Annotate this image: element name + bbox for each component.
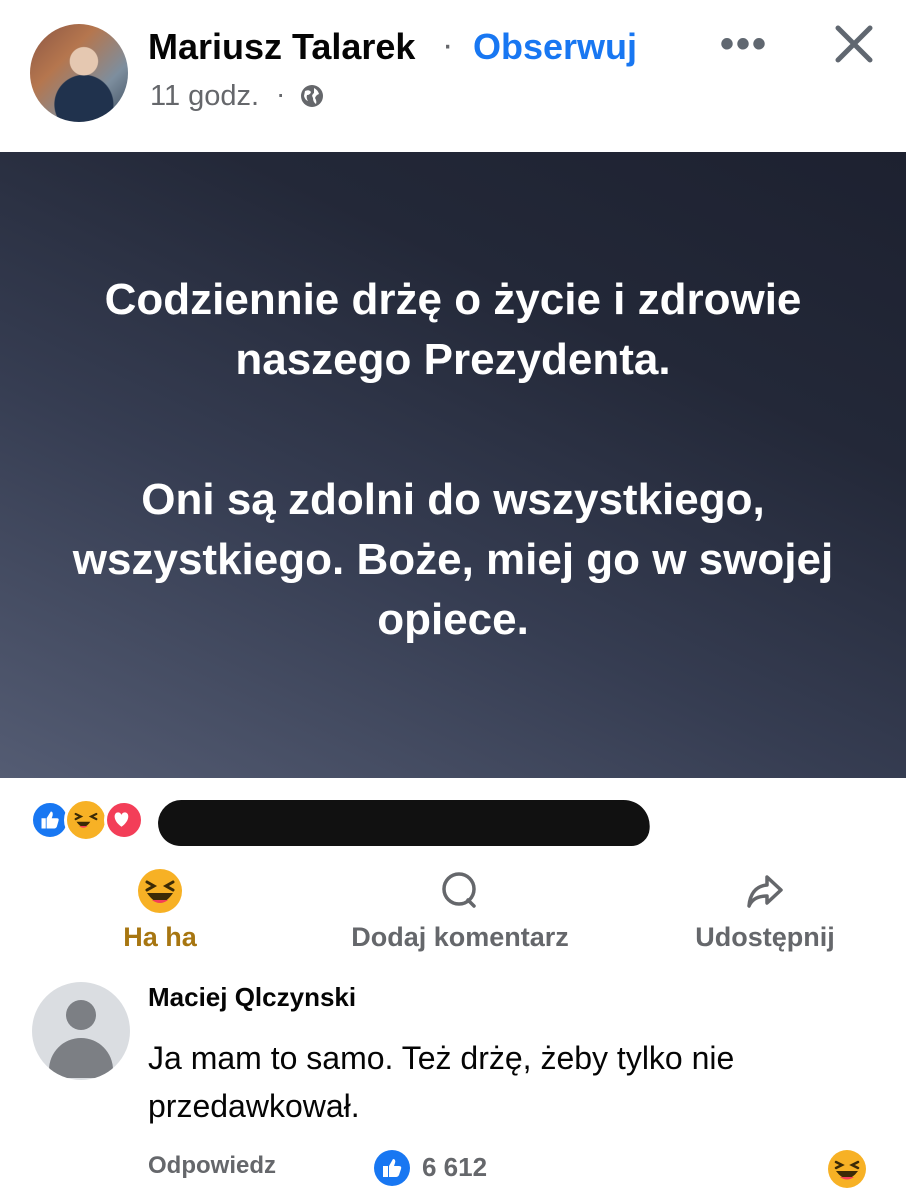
default-avatar-body xyxy=(49,1038,113,1078)
comment-icon xyxy=(442,872,476,908)
haha-reaction-icon xyxy=(64,798,108,842)
post-header: Mariusz Talarek · Obserwuj 11 godz. · ••… xyxy=(0,0,906,152)
comment-action-label: Dodaj komentarz xyxy=(351,922,569,952)
post-background xyxy=(0,152,906,778)
haha-icon xyxy=(138,869,182,913)
follow-button[interactable]: Obserwuj xyxy=(473,26,637,68)
post-body-paragraph-2: Oni są zdolni do wszystkiego, wszystkieg… xyxy=(72,475,834,644)
comment-action-button[interactable]: Dodaj komentarz xyxy=(320,862,600,953)
redaction-mark xyxy=(156,800,652,846)
comment-haha-icon[interactable] xyxy=(828,1150,866,1188)
reply-button[interactable]: Odpowiedz xyxy=(148,1152,276,1180)
header-separator: · xyxy=(442,26,454,64)
reaction-summary[interactable] xyxy=(30,796,170,842)
timestamp-separator: · xyxy=(276,78,286,109)
default-avatar-head xyxy=(66,1000,96,1030)
author-avatar[interactable] xyxy=(30,24,128,122)
share-action-label: Udostępnij xyxy=(695,922,835,952)
commenter-avatar[interactable] xyxy=(32,982,130,1080)
post-timestamp[interactable]: 11 godz. xyxy=(150,80,259,113)
more-options-button[interactable]: ••• xyxy=(720,22,768,67)
comment-like-count[interactable]: 6 612 xyxy=(422,1152,487,1183)
haha-action-button[interactable]: Ha ha xyxy=(100,862,220,953)
post-body-paragraph-1: Codziennie drżę o życie i zdrowie naszeg… xyxy=(104,275,802,384)
share-icon xyxy=(747,875,783,908)
close-icon[interactable] xyxy=(830,20,878,68)
globe-icon xyxy=(301,85,323,107)
haha-action-label: Ha ha xyxy=(123,922,197,952)
comment-author-name[interactable]: Maciej Qlczynski xyxy=(148,982,356,1013)
love-reaction-icon xyxy=(104,800,144,840)
share-action-button[interactable]: Udostępnij xyxy=(660,862,870,953)
post-author-name[interactable]: Mariusz Talarek xyxy=(148,26,415,68)
comment-like-icon xyxy=(374,1150,410,1186)
comment-text: Ja mam to samo. Też drżę, żeby tylko nie… xyxy=(148,1040,735,1124)
